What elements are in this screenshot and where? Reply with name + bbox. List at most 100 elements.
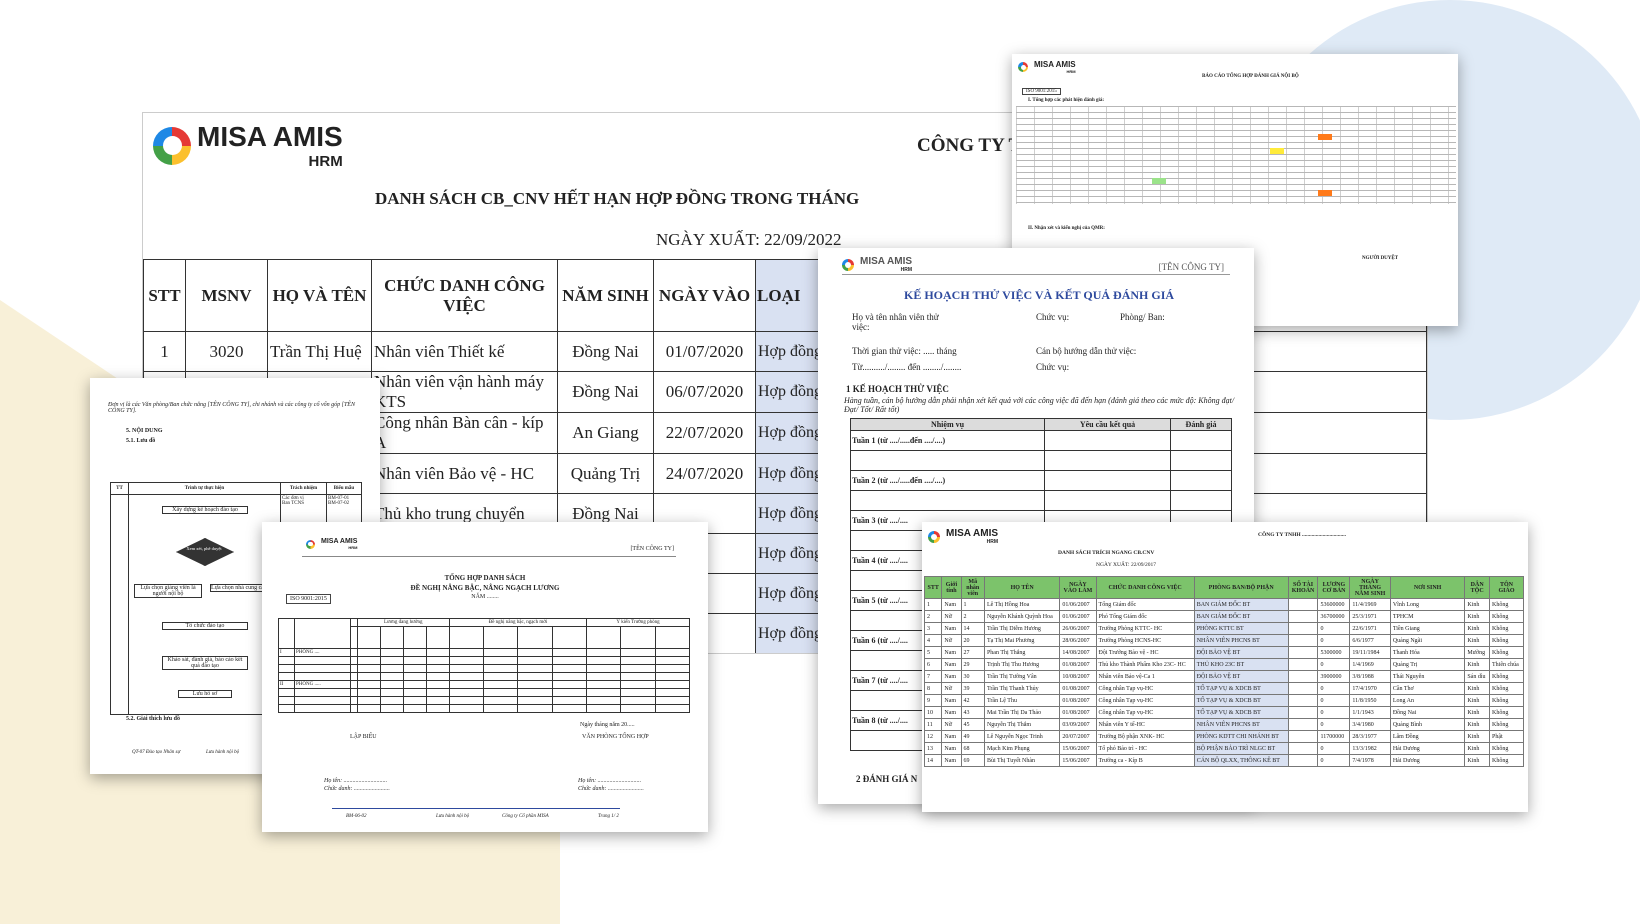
summary-cell: Thủ kho Thành Phẩm Kho 23C- HC: [1095, 658, 1195, 671]
main-cell: 3020: [185, 331, 268, 372]
summary-row: 14 Nam 69 Bùi Thị Tuyết Nhàn 15/06/2007 Trưởn…: [923, 754, 1524, 767]
field-period: Thời gian thử việc: ..... tháng: [852, 346, 957, 356]
salary-table: Lương đang hưởng Đề nghị nâng bậc, ngạch…: [278, 618, 691, 713]
field-range: Từ........../........ đến ......../.....…: [852, 362, 962, 372]
summary-cell: Kinh: [1464, 634, 1490, 647]
summary-cell: Trần Thị Tường Vân: [983, 670, 1061, 683]
probation-title: KẾ HOẠCH THỬ VIỆC VÀ KẾT QUẢ ĐÁNH GIÁ: [904, 288, 1175, 302]
flow-box-4: Khảo sát, đánh giá, báo cáo kết quả đào …: [162, 656, 248, 670]
summary-cell: Kinh: [1464, 694, 1490, 707]
salary-row-unit: [294, 656, 351, 665]
summary-cell: 7: [923, 670, 943, 683]
flow-box-1: Xây dựng kế hoạch đào tạo: [162, 506, 248, 514]
summary-cell: 14: [960, 622, 985, 635]
summary-cell: 0: [1317, 622, 1351, 635]
salary-row-index: I: [278, 648, 295, 657]
group-proposed: Đề nghị nâng bậc, ngạch mới: [448, 618, 588, 627]
main-cell: 22/07/2020: [653, 412, 756, 454]
summary-cell: Nam: [941, 598, 962, 611]
summary-cell: Mai Trần Thị Da Thảo: [983, 706, 1061, 719]
salary-row: I PHÒNG ....: [278, 648, 691, 657]
salary-sign-title-2: Chức danh: ........................: [578, 786, 644, 792]
summary-cell: Trần Thị Diễm Hương: [983, 622, 1061, 635]
summary-cell: 3900000: [1317, 670, 1351, 683]
flow-diamond-label: Xem xét, phê duyệt: [186, 546, 222, 551]
summary-cell: Kinh: [1464, 754, 1490, 767]
summary-cell: 1/1/1943: [1349, 706, 1391, 719]
summary-row: 12 Nam 49 Lê Nguyễn Ngọc Trinh 20/07/2007 Trư…: [923, 730, 1524, 743]
summary-cell: [1287, 682, 1319, 695]
probation-note: Hàng tuần, cán bộ hướng dẫn phải nhận xé…: [844, 396, 1235, 414]
process-footer-right: Lưu hành nội bộ: [206, 750, 240, 755]
summary-cell: [1287, 718, 1319, 731]
summary-cell: 14/08/2007: [1059, 646, 1097, 659]
salary-raise-sheet: MISA AMIS HRM [TÊN CÔNG TY] TỔNG HỢP DANH…: [262, 522, 708, 832]
salary-row-unit: [294, 672, 351, 681]
summary-cell: [1287, 742, 1319, 755]
summary-cell: 22/6/1971: [1349, 622, 1391, 635]
col-form: Biểu mẫu: [326, 482, 362, 495]
summary-cell: 3/8/1988: [1349, 670, 1391, 683]
summary-cell: 1: [923, 598, 943, 611]
probation-section1: 1 KẾ HOẠCH THỬ VIỆC: [846, 384, 949, 394]
summary-cell: Trần Thị Thanh Thủy: [983, 682, 1061, 695]
main-cell: Nhân viên Thiết kế: [371, 331, 558, 372]
salary-footer-line: [332, 808, 620, 809]
summary-cell: [1287, 634, 1319, 647]
summary-cell: 3: [923, 622, 943, 635]
summary-cell: Kinh: [1464, 610, 1490, 623]
summary-col-header: CHỨC DANH CÔNG VIỆC: [1095, 576, 1195, 599]
summary-col-header: SỐ TÀI KHOẢN: [1287, 576, 1319, 599]
flow-box-2b: Lựa chọn nhà cung cấp: [210, 584, 268, 592]
salary-row-index: [278, 696, 295, 705]
summary-cell: Nam: [941, 646, 962, 659]
summary-cell: Không: [1489, 622, 1524, 635]
main-cell: Đồng Nai: [557, 331, 654, 372]
salary-row-index: [278, 672, 295, 681]
brand-name: MISA AMIS: [860, 256, 913, 267]
main-cell: Nhân viên vận hành máy KTS: [371, 371, 558, 413]
main-cell: An Giang: [557, 412, 654, 454]
summary-cell: [1287, 610, 1319, 623]
summary-cell: BAN GIÁM ĐỐC BT: [1193, 598, 1289, 611]
summary-cell: Không: [1489, 610, 1524, 623]
summary-cell: Tổng Giám đốc: [1095, 598, 1195, 611]
summary-cell: Kinh: [1464, 706, 1490, 719]
flow-box-2a: Lựa chọn giảng viên là người nội bộ: [134, 584, 202, 598]
summary-cell: TỔ TẠP VỤ & XDCB BT: [1193, 694, 1289, 707]
summary-cell: BỘ PHẬN BẢO TRÌ NLGC BT: [1193, 742, 1289, 755]
summary-col-header: Mã nhân viên: [960, 576, 985, 599]
probation-logo: MISA AMIS HRM: [842, 256, 912, 273]
summary-cell: Mạch Kim Phụng: [983, 742, 1061, 755]
summary-cell: Phan Thị Thắng: [983, 646, 1061, 659]
brand-name: MISA AMIS: [946, 528, 999, 539]
summary-cell: [1287, 754, 1319, 767]
resp-2: Ban TCNS: [282, 501, 304, 506]
summary-cell: 27: [960, 646, 985, 659]
summary-cell: Không: [1489, 742, 1524, 755]
summary-cell: 10: [923, 706, 943, 719]
summary-cell: Phó Tổng Giám đốc: [1095, 610, 1195, 623]
summary-cell: Không: [1489, 706, 1524, 719]
summary-cell: Vĩnh Long: [1389, 598, 1466, 611]
salary-footer-1: BM-06-02: [346, 814, 367, 819]
audit-approver: NGƯỜI DUYỆT: [1362, 256, 1399, 261]
summary-cell: 8: [923, 682, 943, 695]
summary-cell: THỦ KHO 23C BT: [1193, 658, 1289, 671]
flow-area: [128, 494, 281, 715]
probation-header-line: [842, 274, 1230, 275]
brand-name: MISA AMIS: [321, 538, 358, 545]
summary-cell: 6: [923, 658, 943, 671]
summary-cell: 69: [960, 754, 985, 767]
summary-cell: 2: [960, 610, 985, 623]
salary-row-index: [278, 688, 295, 697]
summary-cell: 01/08/2007: [1059, 658, 1097, 671]
summary-cell: Không: [1489, 718, 1524, 731]
salary-company: [TÊN CÔNG TY]: [630, 546, 674, 552]
summary-cell: 39: [960, 682, 985, 695]
logo-ring-icon: [842, 258, 854, 271]
summary-cell: Lê Thị Hồng Hoa: [983, 598, 1061, 611]
summary-cell: 20/07/2007: [1059, 730, 1097, 743]
summary-cell: 11/8/1950: [1349, 694, 1391, 707]
summary-cell: 0: [1317, 658, 1351, 671]
